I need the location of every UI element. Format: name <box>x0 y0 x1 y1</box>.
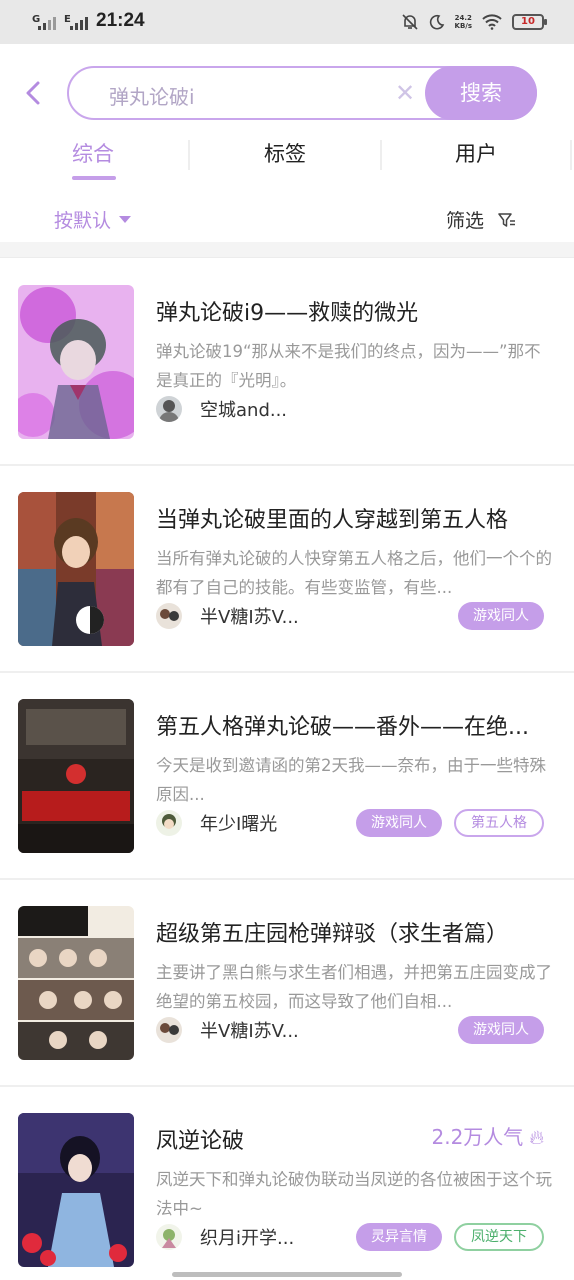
active-tab-indicator <box>72 176 116 180</box>
caret-down-icon <box>119 216 132 223</box>
author[interactable]: 半V糖I苏V... <box>156 602 299 630</box>
book-cover-image[interactable] <box>18 492 134 646</box>
book-cover-image[interactable] <box>18 699 134 853</box>
tag-chip[interactable]: 灵异言情 <box>356 1223 442 1251</box>
search-query-text: 弹丸论破i <box>109 85 195 109</box>
search-input[interactable]: 弹丸论破i ✕ 搜索 <box>67 66 537 120</box>
book-cover-image[interactable] <box>18 285 134 439</box>
result-description: 凤逆天下和弹丸论破伪联动当凤逆的各位被困于这个玩法中~ <box>156 1170 552 1218</box>
moon-icon <box>429 14 444 30</box>
result-item[interactable]: 当弹丸论破里面的人穿越到第五人格 当所有弹丸论破的人快穿第五人格之后，他们一个个… <box>0 466 574 673</box>
tab-tags[interactable]: 标签 <box>264 138 306 168</box>
results-list: 弹丸论破i9——救赎的微光 弹丸论破19“那从来不是我们的终点，因为——”那不是… <box>0 259 574 1280</box>
tag-chip[interactable]: 游戏同人 <box>356 809 442 837</box>
result-description: 主要讲了黑白熊与求生者们相遇，并把第五庄园变成了绝望的第五校园，而这导致了他们自… <box>156 963 552 1011</box>
tag-chip[interactable]: 凤逆天下 <box>454 1223 544 1251</box>
mute-bell-icon <box>401 14 418 30</box>
avatar <box>156 1017 182 1043</box>
result-item[interactable]: 弹丸论破i9——救赎的微光 弹丸论破19“那从来不是我们的终点，因为——”那不是… <box>0 259 574 466</box>
result-item[interactable]: 超级第五庄园枪弹辩驳（求生者篇） 主要讲了黑白熊与求生者们相遇，并把第五庄园变成… <box>0 880 574 1087</box>
author[interactable]: 空城and... <box>156 395 287 423</box>
tab-general[interactable]: 综合 <box>72 138 114 168</box>
wifi-icon <box>482 14 502 30</box>
sort-dropdown[interactable]: 按默认 <box>54 206 132 233</box>
result-title: 超级第五庄园枪弹辩驳（求生者篇） <box>156 922 509 947</box>
avatar <box>156 396 182 422</box>
result-title: 第五人格弹丸论破——番外——在绝... <box>156 715 529 740</box>
result-description: 今天是收到邀请函的第2天我——奈布，由于一些特殊原因... <box>156 756 546 804</box>
author[interactable]: 年少I曙光 <box>156 809 277 837</box>
author-name: 年少I曙光 <box>200 814 278 835</box>
book-cover-image[interactable] <box>18 906 134 1060</box>
result-item[interactable]: 第五人格弹丸论破——番外——在绝... 今天是收到邀请函的第2天我——奈布，由于… <box>0 673 574 880</box>
author-name: 空城and... <box>200 400 288 421</box>
back-arrow-icon[interactable] <box>22 80 46 106</box>
avatar <box>156 603 182 629</box>
home-indicator[interactable] <box>172 1272 402 1277</box>
avatar <box>156 1224 182 1250</box>
tag-list: 灵异言情 凤逆天下 <box>356 1223 544 1251</box>
tag-chip[interactable]: 游戏同人 <box>458 1016 544 1044</box>
clock: 21:24 <box>96 10 145 31</box>
author-name: 织月i开学... <box>200 1228 295 1249</box>
search-header: 弹丸论破i ✕ 搜索 综合 标签 用户 按默认 筛选 <box>0 44 574 244</box>
result-description: 当所有弹丸论破的人快穿第五人格之后，他们一个个的都有了自己的技能。有些变监管，有… <box>156 549 552 597</box>
tag-list: 游戏同人 <box>458 1016 544 1044</box>
status-bar: G E 21:24 24.2 KB/s 10 <box>0 0 574 44</box>
author-name: 半V糖I苏V... <box>200 1021 299 1042</box>
section-gap <box>0 242 574 258</box>
signal-bars-1-icon <box>38 16 56 30</box>
battery-icon: 10 <box>512 14 547 30</box>
tab-divider <box>570 140 572 170</box>
search-button[interactable]: 搜索 <box>425 66 537 120</box>
tag-chip[interactable]: 第五人格 <box>454 809 544 837</box>
tag-list: 游戏同人 第五人格 <box>356 809 544 837</box>
result-title: 当弹丸论破里面的人穿越到第五人格 <box>156 508 509 533</box>
tab-bar: 综合 标签 用户 <box>0 132 574 182</box>
network-speed: 24.2 KB/s <box>454 14 472 30</box>
result-title: 弹丸论破i9——救赎的微光 <box>156 301 419 326</box>
result-item[interactable]: 凤逆论破 2.2万人气 🔥︎ 凤逆天下和弹丸论破伪联动当凤逆的各位被困于这个玩法中… <box>0 1087 574 1280</box>
clear-icon[interactable]: ✕ <box>395 79 415 107</box>
author[interactable]: 织月i开学... <box>156 1223 294 1251</box>
tab-divider <box>380 140 382 170</box>
avatar <box>156 810 182 836</box>
filter-label: 筛选 <box>446 210 485 232</box>
tab-users[interactable]: 用户 <box>455 138 497 168</box>
tab-divider <box>188 140 190 170</box>
tag-list: 游戏同人 <box>458 602 544 630</box>
signal-bars-2-icon <box>70 16 88 30</box>
fire-icon: 🔥︎ <box>529 1125 544 1149</box>
popularity-count: 2.2万人气 🔥︎ <box>432 1121 545 1150</box>
filter-button[interactable]: 筛选 <box>446 206 516 233</box>
author-name: 半V糖I苏V... <box>200 607 299 628</box>
sort-label: 按默认 <box>54 210 112 232</box>
book-cover-image[interactable] <box>18 1113 134 1267</box>
popularity-text: 2.2万人气 <box>431 1125 524 1149</box>
result-description: 弹丸论破19“那从来不是我们的终点，因为——”那不是真正的『光明』。 <box>156 342 541 390</box>
author[interactable]: 半V糖I苏V... <box>156 1016 299 1044</box>
tag-chip[interactable]: 游戏同人 <box>458 602 544 630</box>
filter-funnel-icon <box>498 212 516 227</box>
